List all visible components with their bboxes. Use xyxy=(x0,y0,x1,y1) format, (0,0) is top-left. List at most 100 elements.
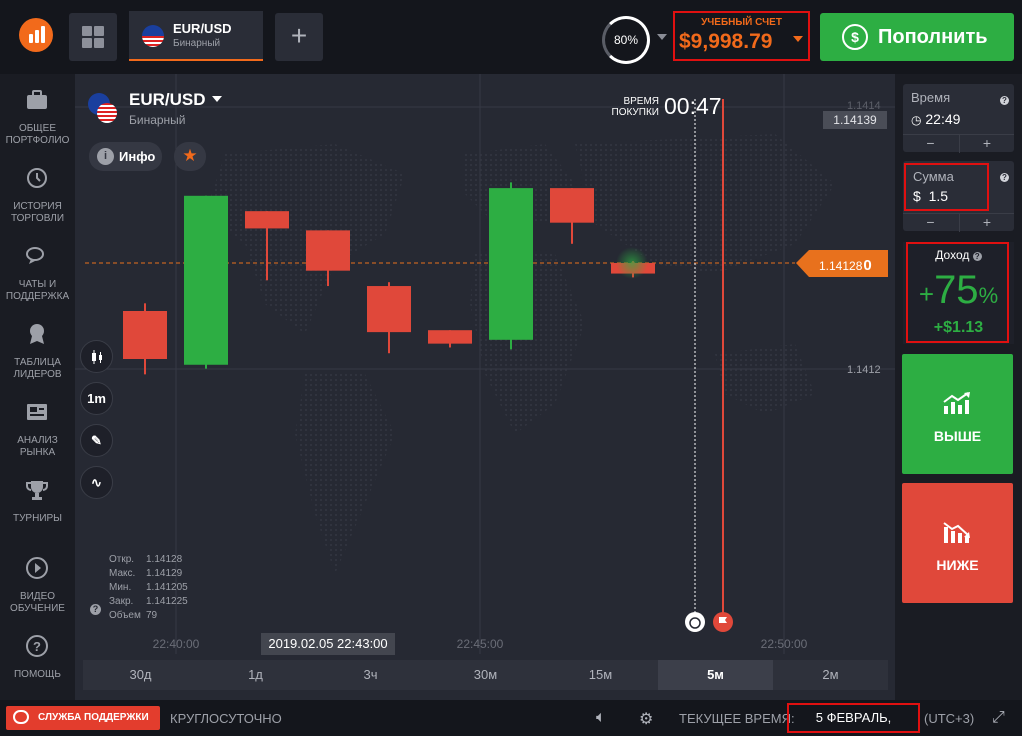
chevron-down-icon[interactable] xyxy=(657,34,667,40)
current-price-glow xyxy=(616,247,648,279)
asset-tab[interactable]: EUR/USD Бинарный xyxy=(129,11,263,61)
top-price-tag: 1.14139 xyxy=(823,111,887,129)
indicators-icon[interactable]: ∿ xyxy=(80,466,113,499)
time-plus-button[interactable]: + xyxy=(959,135,1014,153)
logo[interactable] xyxy=(19,18,53,52)
timeframe-button[interactable]: 1m xyxy=(80,382,113,415)
support-label: СЛУЖБА ПОДДЕРЖКИ xyxy=(38,712,149,723)
sidebar: ОБЩЕЕ ПОРТФОЛИО ИСТОРИЯ ТОРГОВЛИ ЧАТЫ И … xyxy=(0,74,75,700)
ohlc-value: 1.141225 xyxy=(146,596,188,607)
highlight-frame xyxy=(906,242,1009,343)
sidebar-item-label: ОБЩЕЕ ПОРТФОЛИО xyxy=(5,123,70,146)
trend-down-icon xyxy=(943,522,970,543)
purchase-time-label-line1: ВРЕМЯ xyxy=(623,96,659,107)
support-button[interactable]: СЛУЖБА ПОДДЕРЖКИ xyxy=(6,706,160,730)
timeframe-30d[interactable]: 30д xyxy=(83,660,198,690)
sidebar-item-leaderboard[interactable]: ТАБЛИЦА ЛИДЕРОВ xyxy=(0,314,75,392)
sidebar-item-history[interactable]: ИСТОРИЯ ТОРГОВЛИ xyxy=(0,158,75,236)
timeframe-5m[interactable]: 5м xyxy=(658,660,773,690)
timeframe-30m[interactable]: 30м xyxy=(428,660,543,690)
timeframe-bar: 30д 1д 3ч 30м 15м 5м 2м xyxy=(83,660,888,690)
account-selector[interactable]: УЧЕБНЫЙ СЧЕТ $9,998.79 xyxy=(673,11,810,61)
trade-panel: Время ? ◷ 22:49 − + Сумма ? $ 1.5 − + Дохо… xyxy=(895,74,1022,700)
ohlc-value: 1.14129 xyxy=(146,568,183,579)
current-time-label: ТЕКУЩЕЕ ВРЕМЯ: xyxy=(679,711,795,726)
help-icon[interactable]: ? xyxy=(1000,173,1009,182)
ohlc-key: Закр. xyxy=(109,596,134,607)
sidebar-item-label: ТАБЛИЦА ЛИДЕРОВ xyxy=(13,357,62,380)
chart-type-candles-icon[interactable] xyxy=(80,340,113,373)
sound-icon[interactable]: 🔈︎ xyxy=(596,709,606,727)
top-bar: EUR/USD Бинарный + 80% УЧЕБНЫЙ СЧЕТ $9,9… xyxy=(0,0,1022,74)
help-icon: ? xyxy=(26,635,48,657)
trend-up-icon xyxy=(943,392,970,414)
amount-minus-button[interactable]: − xyxy=(903,214,958,232)
account-balance: $9,998.79 xyxy=(679,30,773,53)
time-axis-label: 22:45:00 xyxy=(457,637,504,651)
candle-body xyxy=(550,188,594,223)
ohlc-row: Откр. 1.14128 xyxy=(109,553,188,567)
briefcase-icon xyxy=(27,90,47,109)
gear-icon[interactable]: ⚙ xyxy=(639,709,653,729)
ohlc-value: 1.141205 xyxy=(146,582,188,593)
sidebar-item-chats[interactable]: ЧАТЫ И ПОДДЕРЖКА xyxy=(0,236,75,314)
chat-icon xyxy=(26,247,44,264)
sidebar-item-help[interactable]: ? ПОМОЩЬ xyxy=(0,626,75,704)
time-box[interactable]: Время ? ◷ 22:49 − + xyxy=(903,84,1014,153)
ohlc-row: Закр. 1.141225 xyxy=(109,595,188,609)
lower-button[interactable]: НИЖЕ xyxy=(902,483,1013,603)
ohlc-value: 1.14128 xyxy=(146,554,183,565)
ohlc-key: Макс. xyxy=(109,568,136,579)
ohlc-key: Объем xyxy=(109,610,141,621)
sidebar-item-portfolio[interactable]: ОБЩЕЕ ПОРТФОЛИО xyxy=(0,80,75,158)
sidebar-item-analysis[interactable]: АНАЛИЗ РЫНКА xyxy=(0,392,75,470)
expiry-time-value[interactable]: ◷ 22:49 xyxy=(911,111,960,127)
highlight-frame xyxy=(904,163,989,211)
grid-menu-button[interactable] xyxy=(69,13,117,61)
candle-body xyxy=(245,211,289,229)
ohlc-key: Мин. xyxy=(109,582,132,593)
time-minus-button[interactable]: − xyxy=(903,135,958,153)
support-hours: КРУГЛОСУТОЧНО xyxy=(170,711,282,726)
higher-button[interactable]: ВЫШЕ xyxy=(902,354,1013,474)
sidebar-item-label: ТУРНИРЫ xyxy=(12,513,63,524)
current-time-value: 5 ФЕВРАЛЬ, 22:47:43 xyxy=(787,703,920,733)
time-axis-label: 22:40:00 xyxy=(153,637,200,651)
info-button[interactable]: i Инфо xyxy=(89,142,162,171)
chart-area[interactable]: 1.1414 1.1412 22:40:00 22:45:00 22:50:00… xyxy=(75,74,895,700)
add-tab-button[interactable]: + xyxy=(275,13,323,61)
ohlc-key: Откр. xyxy=(109,554,135,565)
account-type-label: УЧЕБНЫЙ СЧЕТ xyxy=(701,17,782,28)
candle-body xyxy=(367,286,411,333)
timeframe-2m[interactable]: 2м xyxy=(773,660,888,690)
utc-offset: (UTC+3) xyxy=(924,711,975,726)
asset-tab-type: Бинарный xyxy=(173,38,221,49)
ohlc-value: 79 xyxy=(146,610,158,621)
fullscreen-icon[interactable]: ⤢ xyxy=(992,709,1005,727)
sidebar-item-label: ПОМОЩЬ xyxy=(13,669,61,680)
help-icon[interactable]: ? xyxy=(90,604,101,615)
candle-body xyxy=(306,230,350,271)
timeframe-3h[interactable]: 3ч xyxy=(313,660,428,690)
us-flag-icon xyxy=(97,103,117,123)
sidebar-item-tournaments[interactable]: ТУРНИРЫ xyxy=(0,470,75,548)
sentiment-gauge[interactable]: 80% xyxy=(602,16,650,64)
bottom-bar: СЛУЖБА ПОДДЕРЖКИ КРУГЛОСУТОЧНО 🔈︎ ⚙ ТЕКУ… xyxy=(0,700,1022,736)
sidebar-item-label: АНАЛИЗ РЫНКА xyxy=(17,435,58,458)
deposit-button[interactable]: $ Пополнить xyxy=(820,13,1014,61)
purchase-time-label-line2: ПОКУПКИ xyxy=(611,107,659,118)
expiry-time-text: 22:49 xyxy=(925,111,961,127)
ohlc-row: Объем 79 xyxy=(109,609,188,623)
help-icon[interactable]: ? xyxy=(1000,96,1009,105)
ohlc-row: Мин. 1.141205 xyxy=(109,581,188,595)
timeframe-1d[interactable]: 1д xyxy=(198,660,313,690)
sidebar-item-video[interactable]: ВИДЕО ОБУЧЕНИЕ xyxy=(0,548,75,626)
time-axis-label: 22:50:00 xyxy=(761,637,808,651)
amount-plus-button[interactable]: + xyxy=(959,214,1014,232)
timeframe-15m[interactable]: 15м xyxy=(543,660,658,690)
clock-icon: ◷ xyxy=(911,113,922,127)
purchase-countdown: 00:47 xyxy=(664,93,722,119)
pencil-icon[interactable]: ✎ xyxy=(80,424,113,457)
candle-body xyxy=(428,330,472,344)
favorite-star-icon[interactable]: ★ xyxy=(174,142,206,171)
